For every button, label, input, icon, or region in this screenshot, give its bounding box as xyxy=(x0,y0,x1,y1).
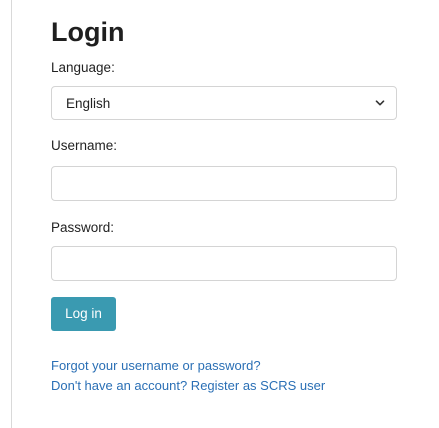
language-label: Language: xyxy=(51,60,115,75)
left-divider xyxy=(11,0,12,428)
language-select[interactable]: English xyxy=(51,86,397,120)
register-link[interactable]: Don't have an account? Register as SCRS … xyxy=(51,377,325,394)
login-button[interactable]: Log in xyxy=(51,297,116,331)
username-input[interactable] xyxy=(51,166,397,201)
page-title: Login xyxy=(51,17,125,47)
language-selected-value: English xyxy=(66,96,111,111)
password-label: Password: xyxy=(51,220,115,235)
password-input[interactable] xyxy=(51,246,397,281)
chevron-down-icon xyxy=(375,100,385,106)
login-page: Login Language: English Username: Passwo… xyxy=(0,0,439,428)
forgot-credentials-link[interactable]: Forgot your username or password? xyxy=(51,357,261,374)
username-label: Username: xyxy=(51,138,118,153)
